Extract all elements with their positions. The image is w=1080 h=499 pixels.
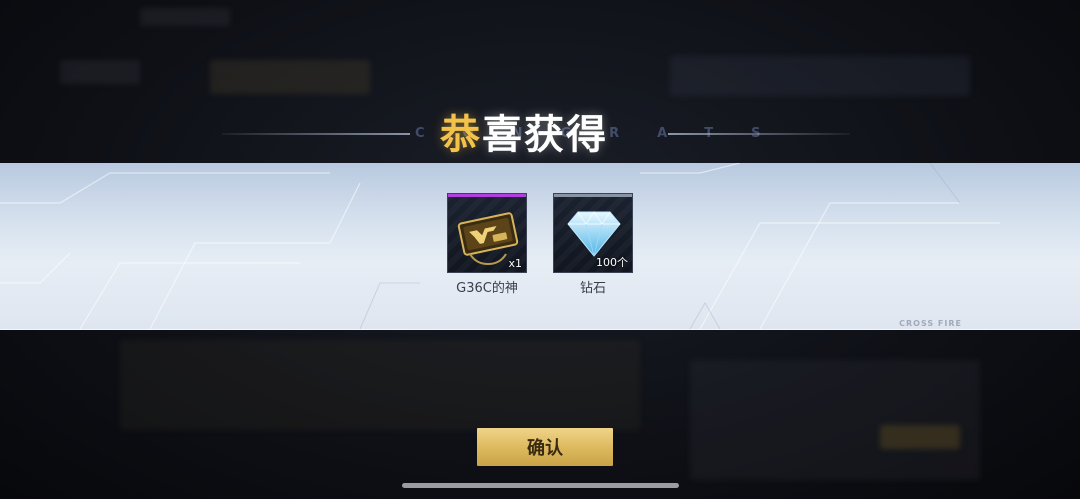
brand-watermark: CROSS FIRE — [899, 319, 962, 328]
reward-item[interactable]: x1 G36C的神 — [447, 193, 527, 296]
background-blur-panel — [210, 60, 370, 94]
reward-quantity: 100个 — [596, 256, 628, 269]
rarity-bar — [448, 194, 526, 197]
band-decoration — [0, 163, 1080, 329]
dialog-title-rest: 喜获得 — [482, 112, 608, 158]
reward-band: x1 G36C的神 100个 钻石 CROSS FIRE — [0, 163, 1080, 330]
dialog-title: 恭喜获得 — [440, 102, 608, 160]
dialog-title-accent: 恭 — [440, 112, 482, 158]
background-blur-panel — [60, 60, 140, 84]
background-blur-panel — [880, 425, 960, 449]
dialog-title-row: CONGRATS 恭喜获得 — [0, 100, 1080, 170]
reward-item-frame[interactable]: 100个 — [553, 193, 633, 273]
background-blur-panel — [120, 340, 640, 430]
reward-name: 钻石 — [579, 281, 606, 296]
confirm-button[interactable]: 确认 — [477, 428, 613, 466]
title-decor-line-right — [668, 133, 850, 135]
rarity-bar — [554, 194, 632, 197]
title-decor-line-left — [222, 133, 410, 135]
reward-item[interactable]: 100个 钻石 — [553, 193, 633, 296]
reward-item-frame[interactable]: x1 — [447, 193, 527, 273]
reward-dialog-screen: CONGRATS 恭喜获得 x1 G36C的神 100个 钻石 CROSS FI… — [0, 0, 1080, 499]
background-blur-panel — [140, 8, 230, 26]
background-blur-panel — [670, 56, 970, 96]
home-indicator-bar[interactable] — [402, 483, 679, 488]
reward-quantity: x1 — [508, 257, 522, 270]
reward-name: G36C的神 — [456, 281, 518, 296]
background-blur-panel — [690, 360, 980, 480]
